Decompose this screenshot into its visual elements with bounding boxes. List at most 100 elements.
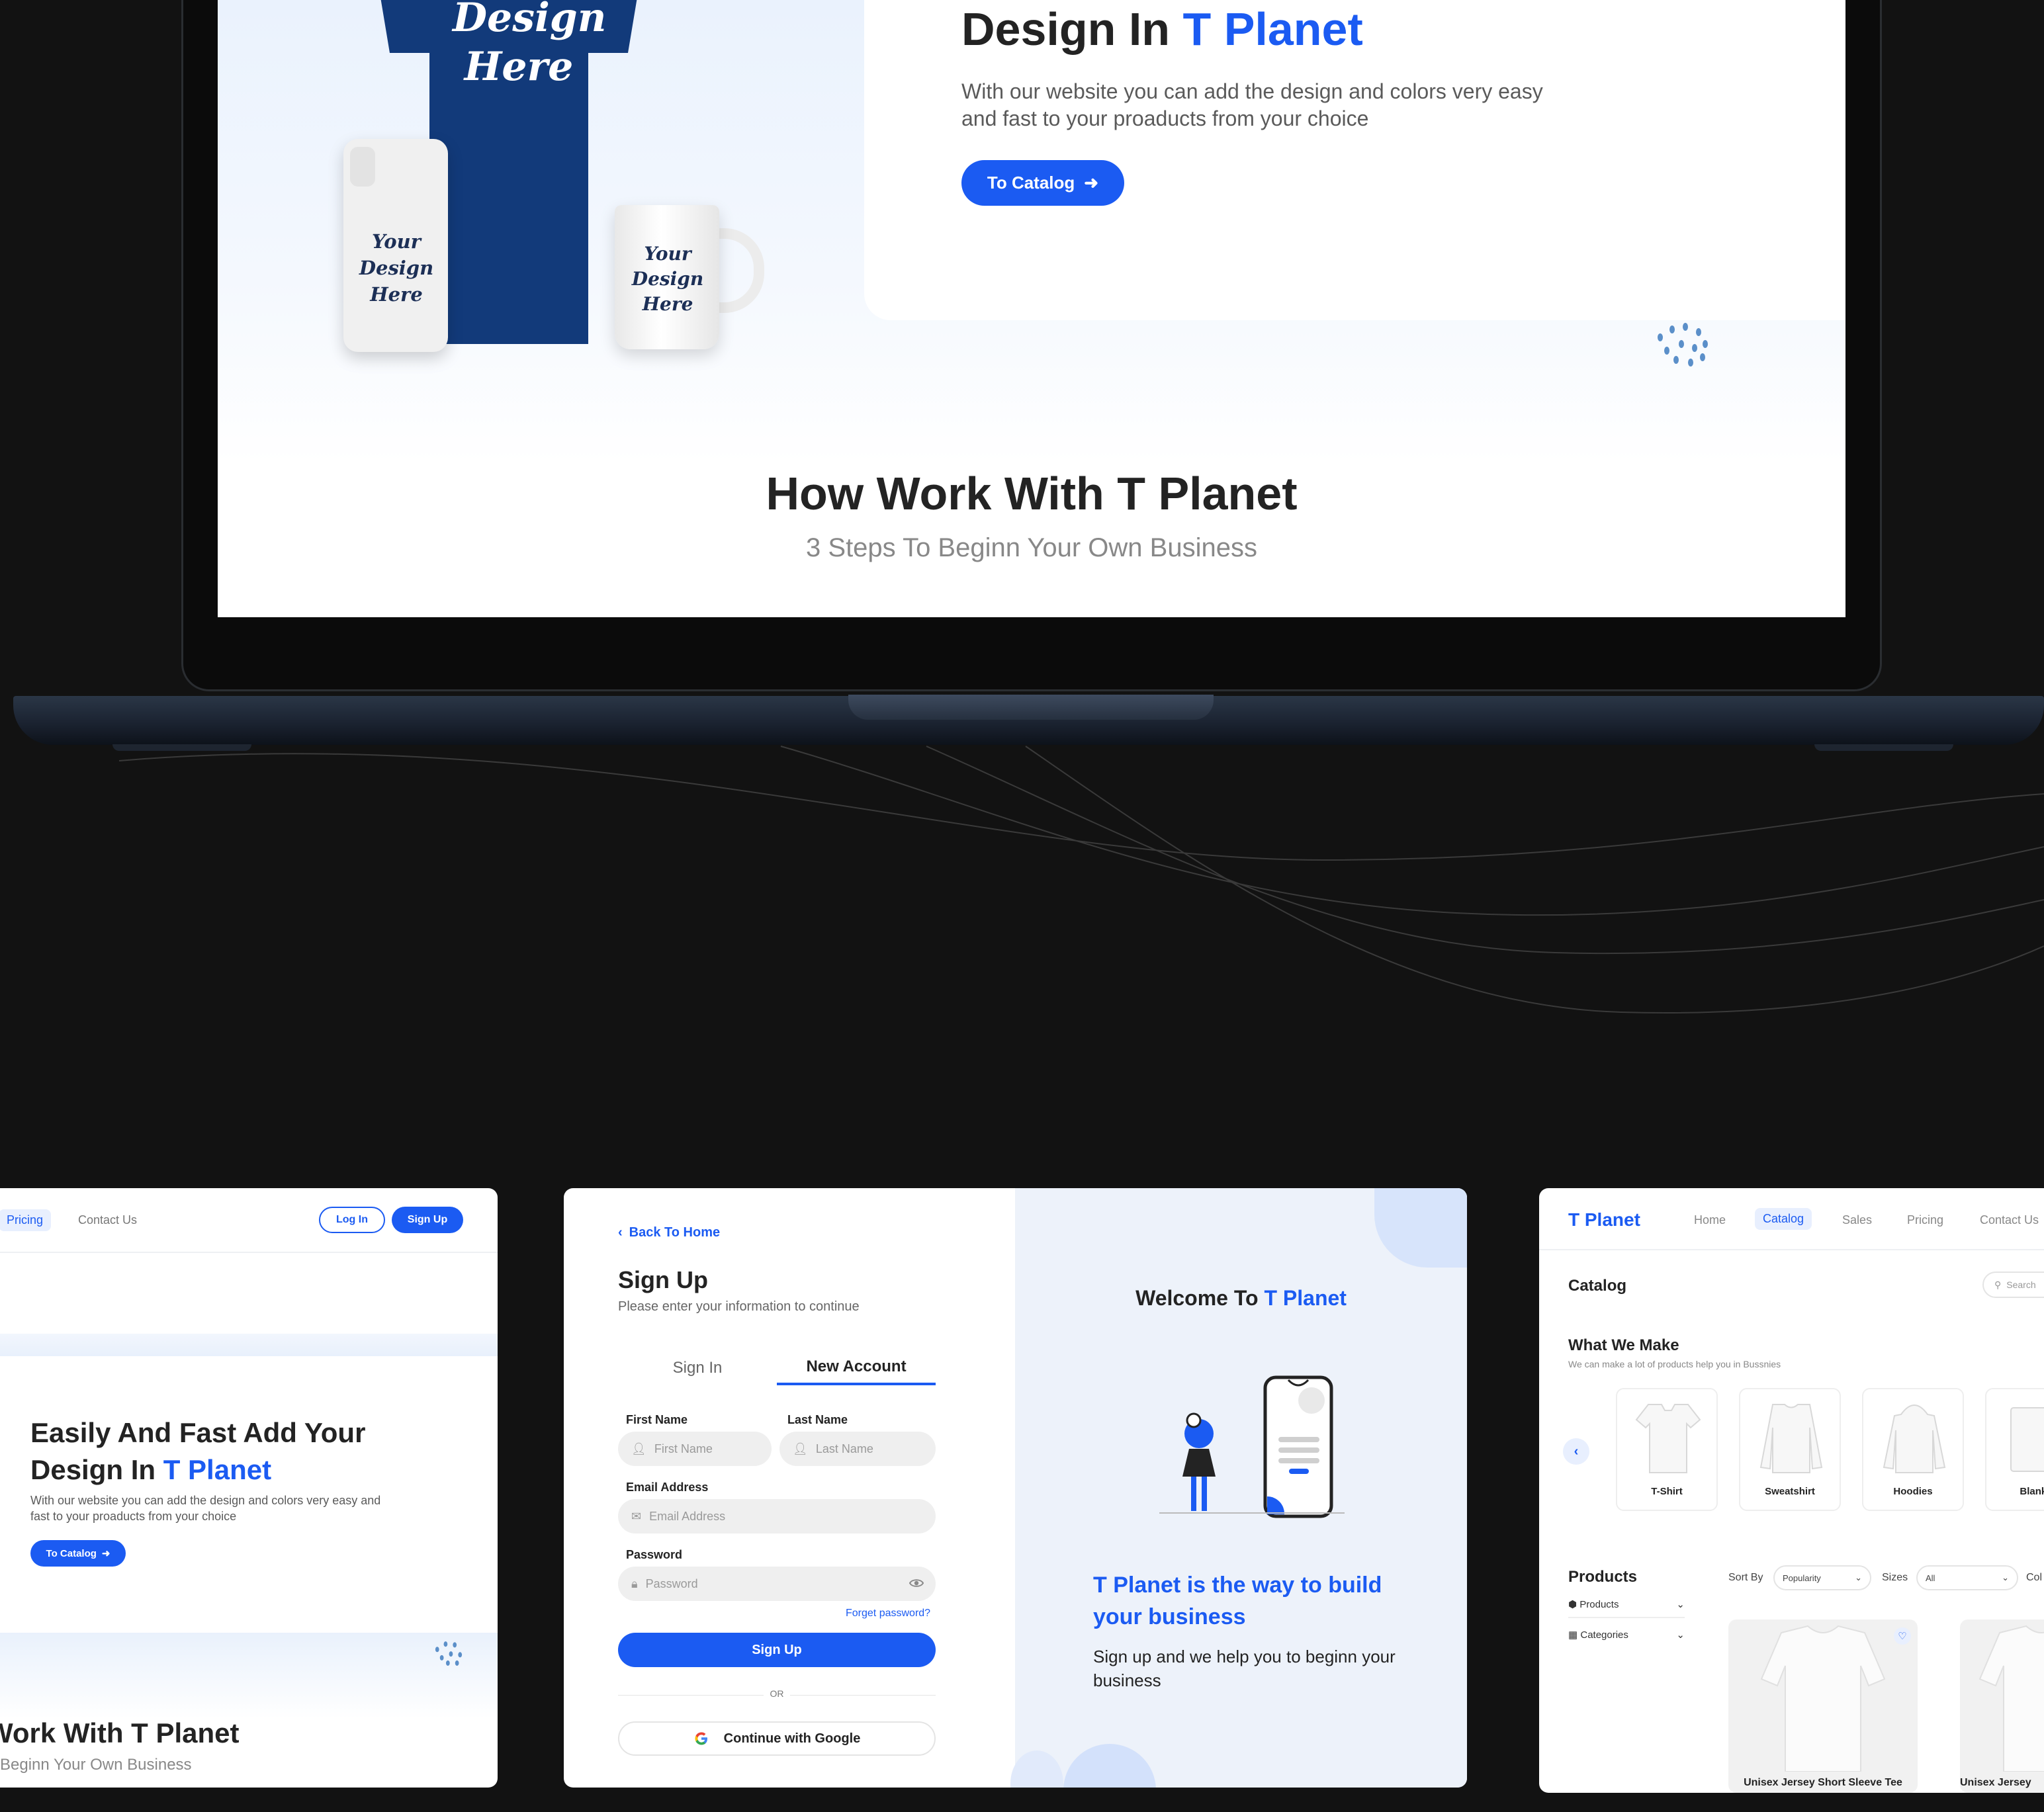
last-name-placeholder: Last Name: [815, 1442, 873, 1455]
user-icon: 👤︎: [793, 1442, 808, 1455]
tshirt-mockup-text: Design Here: [453, 0, 607, 90]
filter-categories[interactable]: ▦ Categories ⌄: [1568, 1629, 1685, 1641]
email-placeholder: Email Address: [649, 1509, 726, 1523]
colors-label: Col: [2026, 1572, 2043, 1583]
sizes-select[interactable]: All ⌄: [1916, 1565, 2018, 1590]
to-catalog-label: To Catalog: [46, 1547, 97, 1559]
product-name[interactable]: Unisex Jersey Short Sleeve Tee: [1728, 1777, 1918, 1789]
chevron-down-icon: ⌄: [1676, 1629, 1685, 1641]
hero-title-line1: Easily And Fast Add Your: [30, 1417, 366, 1448]
nav-contact-us[interactable]: Contact Us: [1980, 1213, 2039, 1227]
logo[interactable]: T Planet: [1568, 1209, 1640, 1230]
hero-bottom-band: [0, 1633, 498, 1719]
continue-with-google-button[interactable]: Continue with Google: [618, 1721, 936, 1756]
laptop-screen: Design Here Your Design Here Your Design…: [218, 0, 1845, 617]
section-title: What We Make: [1568, 1336, 1679, 1354]
grid-icon: ▦: [1568, 1629, 1578, 1641]
catalog-card: T Planet Home Catalog Sales Pricing Cont…: [1539, 1188, 2044, 1793]
hero-description: With our website you can add the design …: [30, 1494, 381, 1523]
hoodie-icon: [1883, 1404, 1946, 1473]
tab-sign-in[interactable]: Sign In: [618, 1351, 777, 1385]
email-label: Email Address: [626, 1481, 709, 1494]
chevron-down-icon: ⌄: [1855, 1573, 1862, 1582]
to-catalog-button[interactable]: To Catalog ➜: [961, 160, 1124, 206]
product-card[interactable]: [1960, 1619, 2044, 1793]
hero-title-brand: T Planet: [163, 1454, 272, 1485]
arrow-right-icon: ➜: [1084, 173, 1099, 193]
dots-decoration-icon: [435, 1641, 463, 1666]
filter-label: ▦ Categories: [1568, 1629, 1628, 1641]
dots-decoration-icon: [1658, 323, 1708, 367]
signup-button[interactable]: Sign Up: [392, 1207, 463, 1233]
signup-card: ‹ Back To Home Sign Up Please enter your…: [564, 1188, 1467, 1788]
or-divider-left: [618, 1695, 764, 1696]
tab-new-account[interactable]: New Account: [777, 1351, 936, 1385]
arrow-right-icon: ➜: [101, 1548, 111, 1559]
product-tee-image: [1978, 1625, 2044, 1772]
sort-select[interactable]: Popularity ⌄: [1773, 1565, 1871, 1590]
back-to-home-link[interactable]: ‹ Back To Home: [618, 1225, 720, 1240]
password-field[interactable]: 🔒︎ Password: [618, 1567, 936, 1601]
landing-page-card: Pricing Contact Us Log In Sign Up Easily…: [0, 1188, 498, 1788]
page-description: Please enter your information to continu…: [618, 1299, 860, 1314]
products-title: Products: [1568, 1568, 1638, 1586]
password-placeholder: Password: [645, 1576, 698, 1590]
sweatshirt-icon: [1759, 1404, 1823, 1473]
welcome-tagline: T Planet is the way to build your busine…: [1093, 1573, 1382, 1629]
last-name-field[interactable]: 👤︎ Last Name: [779, 1432, 936, 1466]
carousel-prev-button[interactable]: ‹: [1563, 1438, 1589, 1465]
hero-band: [0, 1334, 498, 1356]
forgot-password-link[interactable]: Forget password?: [846, 1608, 930, 1619]
blanket-icon: [2010, 1407, 2044, 1472]
person-with-phone-illustration: [1159, 1375, 1345, 1518]
product-type-card[interactable]: T-Shirt: [1616, 1388, 1718, 1511]
chevron-down-icon: ⌄: [2002, 1573, 2009, 1582]
first-name-field[interactable]: 👤︎ First Name: [618, 1432, 772, 1466]
page-title: Sign Up: [618, 1266, 708, 1293]
nav-contact-us[interactable]: Contact Us: [78, 1213, 137, 1227]
product-type-card[interactable]: Hoodies: [1862, 1388, 1964, 1511]
product-card[interactable]: [1728, 1619, 1918, 1793]
nav-home[interactable]: Home: [1694, 1213, 1726, 1227]
nav-pricing[interactable]: Pricing: [1907, 1213, 1943, 1227]
hero-title-line2: Design In T Planet: [30, 1451, 494, 1488]
email-field[interactable]: ✉ Email Address: [618, 1499, 936, 1533]
chevron-left-icon: ‹: [618, 1225, 623, 1240]
sign-up-submit-button[interactable]: Sign Up: [618, 1633, 936, 1667]
nav-divider: [0, 1252, 498, 1253]
to-catalog-button[interactable]: To Catalog ➜: [30, 1540, 126, 1567]
product-name[interactable]: Unisex Jersey: [1960, 1777, 2031, 1789]
hero-title: Design In T Planet: [961, 3, 1363, 56]
search-input[interactable]: ⚲ Search: [1982, 1272, 2044, 1298]
filter-products-label: Products: [1579, 1599, 1619, 1610]
product-type-label: Sweatshirt: [1765, 1486, 1815, 1497]
nav-catalog[interactable]: Catalog: [1755, 1208, 1812, 1230]
mail-icon: ✉: [631, 1509, 642, 1523]
filter-products[interactable]: ⬢ Products ⌄: [1568, 1598, 1685, 1618]
heart-icon[interactable]: ♡: [1894, 1627, 1911, 1645]
login-button[interactable]: Log In: [319, 1207, 385, 1233]
welcome-title: Welcome To T Planet: [1015, 1286, 1467, 1311]
chevron-down-icon: ⌄: [1676, 1599, 1685, 1610]
welcome-brand: T Planet: [1264, 1286, 1347, 1310]
first-name-placeholder: First Name: [654, 1442, 713, 1455]
nav-sales[interactable]: Sales: [1842, 1213, 1872, 1227]
last-name-label: Last Name: [787, 1413, 848, 1426]
sizes-value: All: [1926, 1573, 1935, 1583]
or-label: OR: [770, 1688, 784, 1699]
search-placeholder: Search: [2006, 1279, 2036, 1290]
product-type-label: T-Shirt: [1651, 1486, 1683, 1497]
filter-label: ⬢ Products: [1568, 1598, 1619, 1610]
mug-mockup-text: Your Design Here: [631, 243, 704, 315]
background-curves: [118, 746, 2044, 1014]
welcome-prefix: Welcome To: [1135, 1286, 1259, 1310]
product-type-card[interactable]: Sweatshirt: [1739, 1388, 1841, 1511]
google-icon: [695, 1732, 707, 1745]
nav-pricing[interactable]: Pricing: [0, 1209, 52, 1231]
tshirt-icon: [1635, 1404, 1701, 1473]
to-catalog-label: To Catalog: [987, 173, 1075, 193]
sort-value: Popularity: [1783, 1573, 1821, 1583]
eye-icon[interactable]: [909, 1576, 924, 1590]
product-type-card[interactable]: Blanke: [1985, 1388, 2044, 1511]
hero-description: With our website you can add the design …: [961, 79, 1543, 130]
